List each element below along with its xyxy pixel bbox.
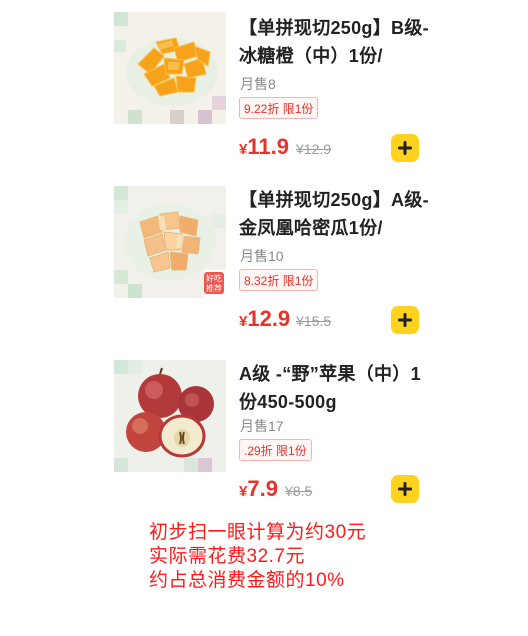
product-card[interactable]: A级 -“野”苹果（中）1份450-500g 月售17 .29折 限1份 ¥7.… (0, 346, 528, 516)
plus-icon (398, 313, 412, 327)
product-title[interactable]: 【单拼现切250g】A级-金凤凰哈密瓜1份/ (239, 186, 439, 242)
add-to-cart-button[interactable] (391, 475, 419, 503)
discount-tag: .29折 限1份 (239, 439, 312, 461)
annotation-line-3: 约占总消费金额的10% (149, 570, 345, 591)
plus-icon (398, 141, 412, 155)
discount-tag: 9.22折 限1份 (239, 97, 319, 119)
discount-tag: 8.32折 限1份 (239, 269, 319, 291)
original-price: ¥15.5 (296, 313, 332, 329)
svg-text:好吃: 好吃 (206, 273, 222, 283)
current-price: ¥7.9 (239, 476, 278, 502)
monthly-sales: 月售8 (240, 76, 276, 92)
add-to-cart-button[interactable] (391, 134, 419, 162)
current-price: ¥12.9 (239, 306, 290, 332)
monthly-sales: 月售17 (240, 418, 284, 434)
price-amount: 12.9 (247, 306, 291, 331)
price-amount: 11.9 (247, 134, 289, 159)
product-title[interactable]: A级 -“野”苹果（中）1份450-500g (239, 360, 439, 416)
add-to-cart-button[interactable] (391, 306, 419, 334)
annotation-line-1: 初步扫一眼计算为约30元 (149, 522, 367, 543)
current-price: ¥11.9 (239, 134, 289, 160)
price-amount: 7.9 (247, 476, 278, 501)
original-price: ¥12.9 (296, 141, 332, 157)
original-price: ¥8.5 (285, 483, 313, 499)
product-card[interactable]: 好吃 推荐 【单拼现切250g】A级-金凤凰哈密瓜1份/ 月售10 8.32折 … (0, 172, 528, 342)
product-title[interactable]: 【单拼现切250g】B级-冰糖橙（中）1份/ (239, 14, 439, 70)
annotation-line-2: 实际需花费32.7元 (149, 546, 305, 567)
product-image-apples[interactable] (114, 360, 226, 472)
cost-annotation: 初步扫一眼计算为约30元 实际需花费32.7元 约占总消费金额的10% (149, 521, 366, 593)
product-card[interactable]: 【单拼现切250g】B级-冰糖橙（中）1份/ 月售8 9.22折 限1份 ¥11… (0, 0, 528, 170)
product-image-melon[interactable]: 好吃 推荐 (114, 186, 226, 298)
svg-text:推荐: 推荐 (206, 283, 222, 293)
product-image-orange[interactable] (114, 12, 226, 124)
monthly-sales: 月售10 (240, 248, 284, 264)
plus-icon (398, 482, 412, 496)
